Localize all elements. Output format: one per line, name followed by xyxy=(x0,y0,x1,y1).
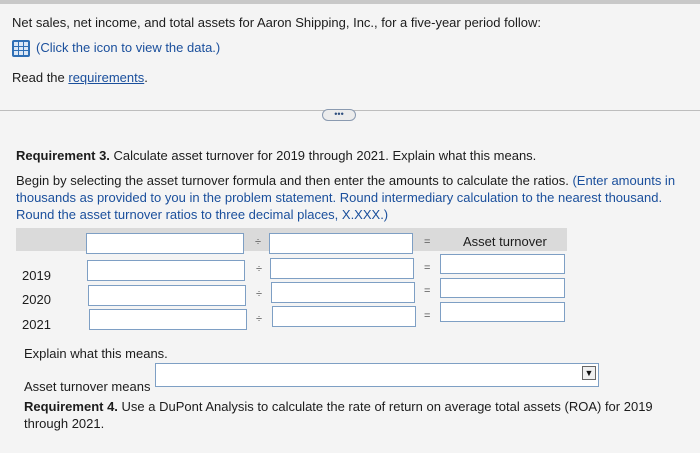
data-table-icon[interactable] xyxy=(12,40,30,57)
row-year-2019: 2019 xyxy=(22,268,51,283)
divide-symbol: ÷ xyxy=(256,313,263,325)
read-suffix: . xyxy=(144,70,148,85)
view-data-link[interactable]: (Click the icon to view the data.) xyxy=(36,40,220,55)
divide-symbol: ÷ xyxy=(256,263,263,275)
row-year-2020: 2020 xyxy=(22,292,51,307)
asset-turnover-means-label: Asset turnover means xyxy=(24,379,151,394)
equals-symbol: = xyxy=(424,236,431,248)
equals-symbol: = xyxy=(424,310,431,322)
result-input-2021[interactable] xyxy=(440,302,565,322)
denominator-input-2019[interactable] xyxy=(270,258,414,279)
denominator-input-2021[interactable] xyxy=(272,306,416,327)
requirements-link[interactable]: requirements xyxy=(68,70,144,85)
equals-symbol: = xyxy=(424,262,431,274)
denominator-input-2020[interactable] xyxy=(271,282,415,303)
instructions-text: Begin by selecting the asset turnover fo… xyxy=(16,173,569,188)
chevron-down-icon[interactable]: ▼ xyxy=(582,366,596,380)
read-requirements-line: Read the requirements. xyxy=(12,70,148,85)
equals-symbol: = xyxy=(424,285,431,297)
requirement-4-heading: Requirement 4. Use a DuPont Analysis to … xyxy=(24,398,684,432)
result-input-2019[interactable] xyxy=(440,254,565,274)
read-prefix: Read the xyxy=(12,70,69,85)
asset-turnover-header: Asset turnover xyxy=(463,234,547,249)
formula-denominator-input[interactable] xyxy=(269,233,413,254)
requirement-3-heading: Requirement 3. Calculate asset turnover … xyxy=(16,148,536,163)
numerator-input-2020[interactable] xyxy=(88,285,246,306)
requirement-4-label: Requirement 4. xyxy=(24,399,118,414)
expand-button[interactable]: ••• xyxy=(322,109,356,121)
result-input-2020[interactable] xyxy=(440,278,565,298)
intro-text: Net sales, net income, and total assets … xyxy=(12,15,541,30)
requirement-4-text: Use a DuPont Analysis to calculate the r… xyxy=(24,399,653,431)
divide-symbol: ÷ xyxy=(256,288,263,300)
divide-symbol: ÷ xyxy=(255,236,262,248)
requirement-3-text: Calculate asset turnover for 2019 throug… xyxy=(109,148,537,163)
row-year-2021: 2021 xyxy=(22,317,51,332)
asset-turnover-meaning-dropdown[interactable]: ▼ xyxy=(155,363,599,387)
requirement-3-label: Requirement 3. xyxy=(16,148,110,163)
numerator-input-2019[interactable] xyxy=(87,260,245,281)
explain-prompt: Explain what this means. xyxy=(24,346,168,361)
formula-numerator-input[interactable] xyxy=(86,233,244,254)
numerator-input-2021[interactable] xyxy=(89,309,247,330)
instructions: Begin by selecting the asset turnover fo… xyxy=(16,172,686,223)
top-border xyxy=(0,0,700,4)
